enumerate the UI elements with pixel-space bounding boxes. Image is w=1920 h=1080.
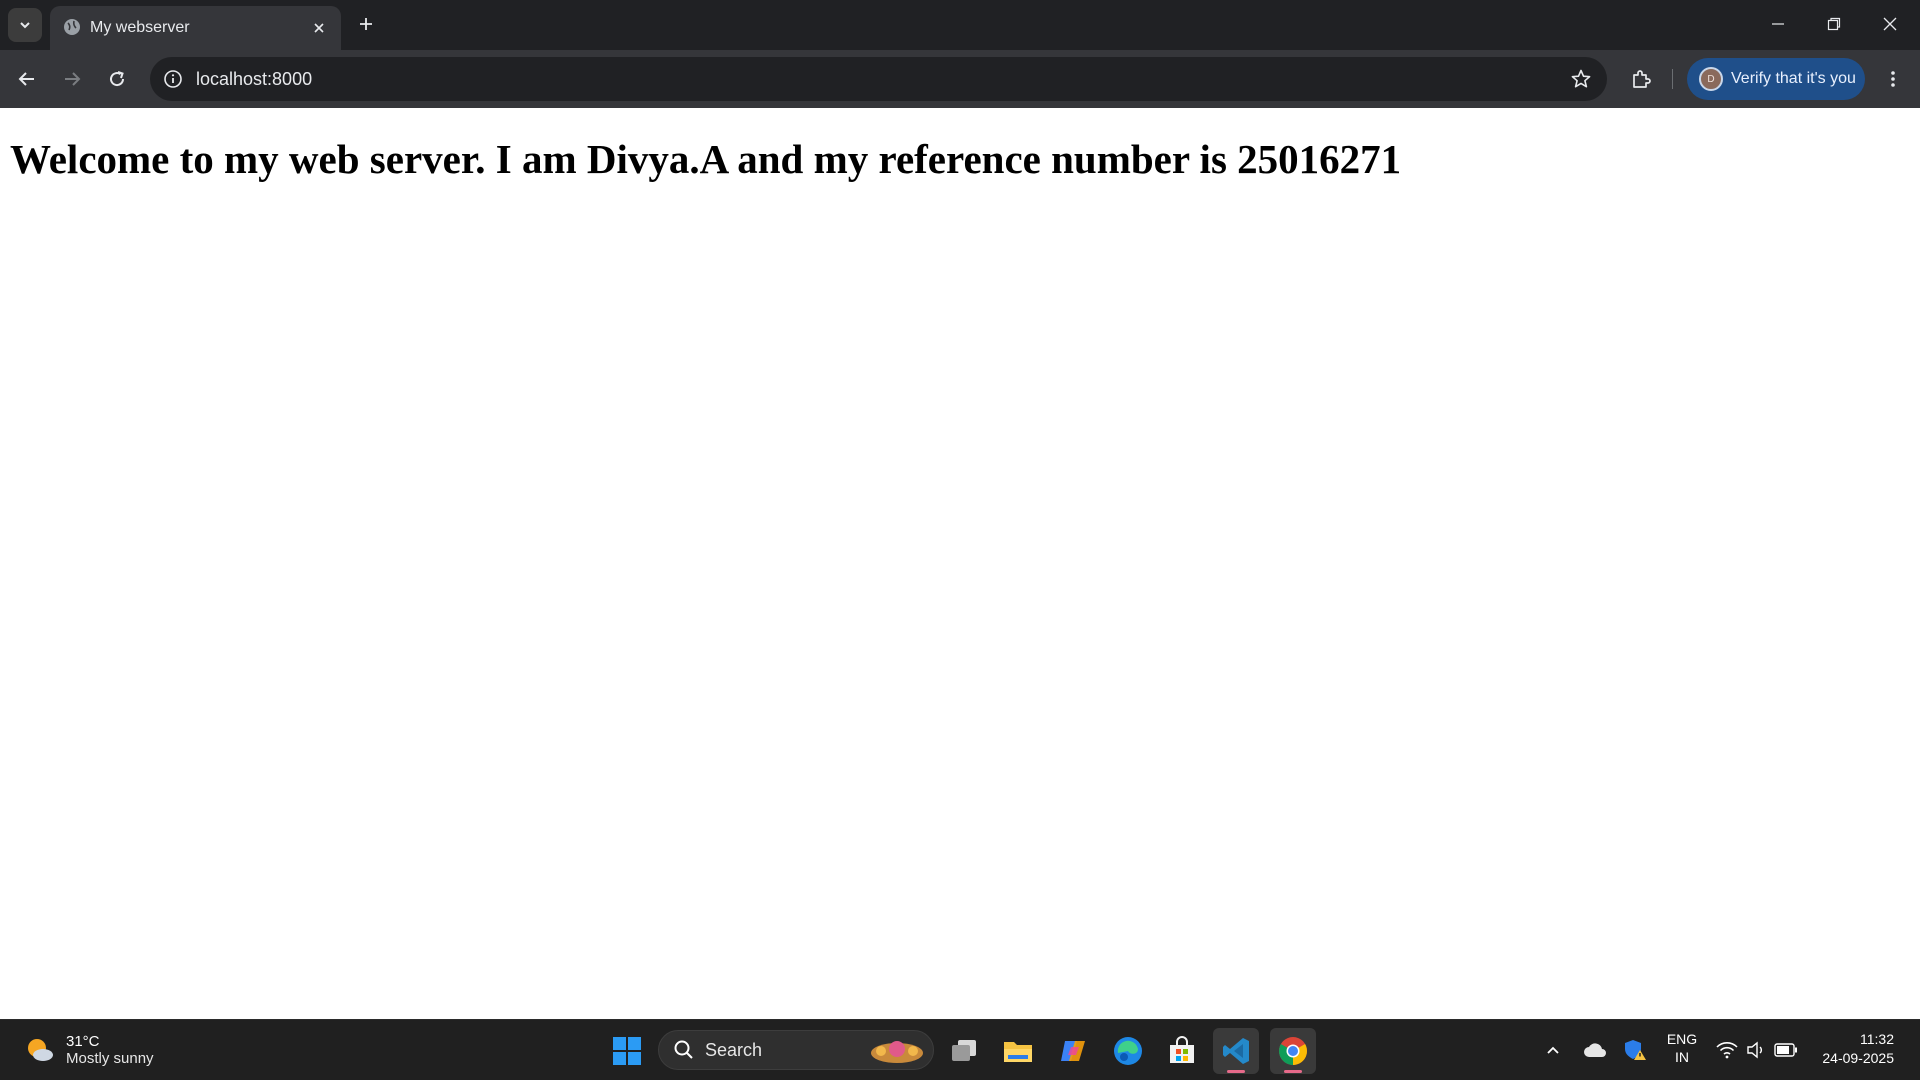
vscode-button[interactable] xyxy=(1213,1028,1259,1074)
search-icon xyxy=(674,1040,693,1059)
chrome-button[interactable] xyxy=(1270,1028,1316,1074)
taskbar: 31°C Mostly sunny Search ENG IN 11:32 24… xyxy=(0,1019,1920,1080)
speaker-icon xyxy=(1747,1041,1762,1059)
store-icon xyxy=(1170,1036,1194,1063)
start-button[interactable] xyxy=(604,1028,650,1074)
active-app-indicator xyxy=(1284,1070,1302,1073)
browser-menu-button[interactable] xyxy=(1876,62,1910,96)
browser-toolbar: localhost:8000 D Verify that it's you xyxy=(0,50,1920,108)
close-window-button[interactable] xyxy=(1862,0,1918,48)
verify-identity-button[interactable]: D Verify that it's you xyxy=(1687,58,1865,100)
show-hidden-icons-button[interactable] xyxy=(1540,1030,1566,1070)
sun-cloud-icon xyxy=(28,1039,53,1061)
close-icon xyxy=(314,23,324,33)
edge-button[interactable] xyxy=(1105,1028,1151,1074)
onedrive-tray-button[interactable] xyxy=(1580,1030,1610,1070)
tab-title: My webserver xyxy=(90,19,190,36)
edge-icon xyxy=(1114,1037,1142,1065)
task-view-icon xyxy=(952,1040,976,1061)
site-info-button[interactable] xyxy=(162,68,184,90)
plus-icon xyxy=(360,18,372,30)
store-button[interactable] xyxy=(1159,1028,1205,1074)
reload-icon xyxy=(110,71,125,87)
taskbar-search[interactable]: Search xyxy=(658,1030,934,1070)
restore-button[interactable] xyxy=(1806,0,1862,48)
shield-warning-icon xyxy=(1625,1040,1646,1060)
star-icon xyxy=(1571,69,1591,88)
back-button[interactable] xyxy=(10,62,44,96)
volume-tray-button[interactable] xyxy=(1744,1030,1768,1070)
language-region: IN xyxy=(1675,1049,1689,1065)
security-tray-button[interactable] xyxy=(1620,1030,1650,1070)
copilot-button[interactable] xyxy=(1050,1028,1096,1074)
tab-close-button[interactable] xyxy=(309,18,329,38)
weather-condition: Mostly sunny xyxy=(66,1050,154,1067)
file-explorer-button[interactable] xyxy=(995,1028,1041,1074)
browser-tab[interactable]: My webserver xyxy=(50,6,341,50)
vscode-icon xyxy=(1223,1038,1249,1064)
language-code: ENG xyxy=(1666,1031,1698,1047)
tab-search-button[interactable] xyxy=(8,8,42,42)
new-tab-button[interactable] xyxy=(352,10,380,38)
arrow-right-icon xyxy=(65,72,81,86)
minimize-button[interactable] xyxy=(1750,0,1806,48)
arrow-left-icon xyxy=(18,72,34,86)
file-explorer-icon xyxy=(1004,1042,1032,1062)
avatar: D xyxy=(1699,67,1723,91)
windows-logo-icon xyxy=(613,1037,641,1065)
cloud-icon xyxy=(1584,1043,1606,1057)
restore-icon xyxy=(1827,17,1841,31)
toolbar-divider xyxy=(1672,69,1673,89)
globe-icon xyxy=(64,19,80,35)
extensions-button[interactable] xyxy=(1624,62,1658,96)
forward-button[interactable] xyxy=(55,62,89,96)
task-view-button[interactable] xyxy=(941,1028,987,1074)
active-app-indicator xyxy=(1227,1070,1245,1073)
reload-button[interactable] xyxy=(100,62,134,96)
more-vertical-icon xyxy=(1891,71,1895,87)
verify-label: Verify that it's you xyxy=(1731,70,1856,87)
address-bar[interactable]: localhost:8000 xyxy=(150,57,1607,101)
wifi-tray-button[interactable] xyxy=(1714,1030,1740,1070)
input-language-indicator[interactable]: ENG IN xyxy=(1660,1030,1704,1066)
minimize-icon xyxy=(1772,23,1784,25)
browser-tab-strip: My webserver xyxy=(0,0,1920,50)
chevron-down-icon xyxy=(20,22,30,29)
info-icon xyxy=(164,70,182,88)
weather-temperature: 31°C xyxy=(66,1033,100,1050)
clock-date: 24-09-2025 xyxy=(1822,1050,1894,1066)
address-url: localhost:8000 xyxy=(196,69,313,89)
wifi-icon xyxy=(1716,1042,1738,1059)
close-icon xyxy=(1883,17,1897,31)
search-label: Search xyxy=(705,1039,763,1060)
page-viewport: Welcome to my web server. I am Divya.A a… xyxy=(0,108,1920,1019)
chrome-icon xyxy=(1279,1037,1307,1065)
taskbar-clock[interactable]: 11:32 24-09-2025 xyxy=(1810,1030,1894,1068)
chevron-up-icon xyxy=(1547,1046,1559,1054)
battery-tray-button[interactable] xyxy=(1772,1030,1800,1070)
page-heading: Welcome to my web server. I am Divya.A a… xyxy=(10,136,1402,182)
weather-widget[interactable]: 31°C Mostly sunny xyxy=(24,1028,154,1072)
battery-icon xyxy=(1774,1043,1797,1057)
bookmark-button[interactable] xyxy=(1569,67,1593,91)
clock-time: 11:32 xyxy=(1860,1031,1894,1047)
search-highlight-icon xyxy=(871,1041,923,1063)
puzzle-icon xyxy=(1633,70,1651,88)
copilot-icon xyxy=(1061,1041,1085,1061)
